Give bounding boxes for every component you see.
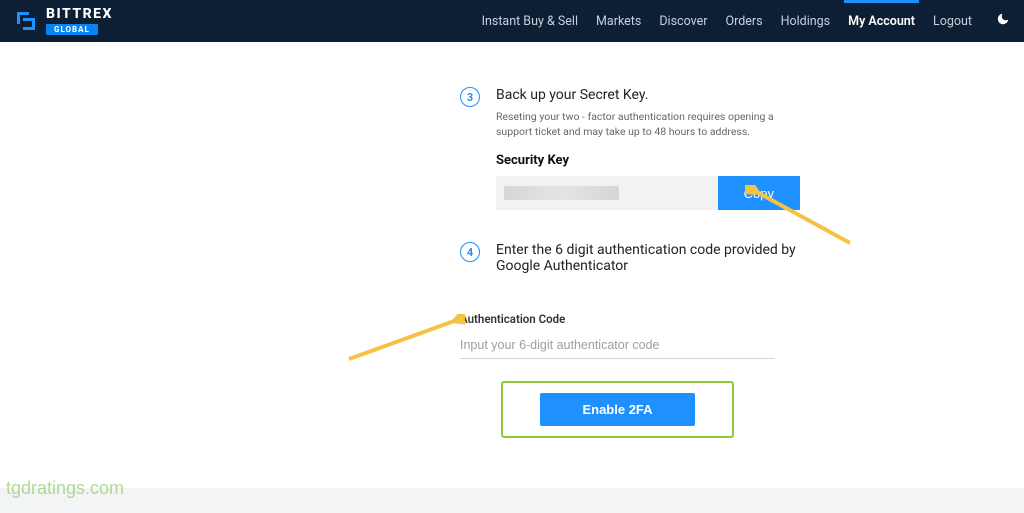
brand-tag: GLOBAL	[46, 24, 98, 35]
moon-icon	[996, 12, 1010, 26]
nav-logout[interactable]: Logout	[933, 2, 972, 41]
arrow-annotation-input	[345, 314, 465, 364]
step-3-title: Back up your Secret Key.	[496, 87, 800, 103]
content: 3 Back up your Secret Key. Reseting your…	[205, 42, 1024, 513]
copy-button[interactable]: Copy	[718, 176, 800, 210]
watermark: tgdratings.com	[6, 478, 124, 499]
nav-my-account[interactable]: My Account	[848, 2, 915, 41]
brand-name: BITTREX	[46, 7, 113, 21]
step-3-badge: 3	[460, 87, 480, 107]
nav-orders[interactable]: Orders	[725, 2, 762, 41]
enable-2fa-button[interactable]: Enable 2FA	[540, 393, 694, 426]
step-4-section: 4 Enter the 6 digit authentication code …	[460, 242, 800, 280]
enable-2fa-highlight: Enable 2FA	[501, 381, 733, 438]
security-key-field	[496, 176, 718, 210]
footer-band	[0, 488, 1024, 513]
logo-icon	[14, 9, 38, 33]
step-4-title: Enter the 6 digit authentication code pr…	[496, 242, 800, 274]
nav-instant-buy-sell[interactable]: Instant Buy & Sell	[482, 2, 578, 41]
auth-code-section: Authentication Code Enable 2FA	[460, 312, 775, 438]
nav-holdings[interactable]: Holdings	[781, 2, 831, 41]
left-gutter	[0, 42, 205, 513]
auth-code-label: Authentication Code	[460, 312, 775, 326]
top-navbar: BITTREX GLOBAL Instant Buy & Sell Market…	[0, 0, 1024, 42]
step-4-badge: 4	[460, 242, 480, 262]
dark-mode-toggle[interactable]	[996, 12, 1010, 30]
security-key-row: Copy	[496, 176, 800, 210]
nav-markets[interactable]: Markets	[596, 2, 641, 41]
brand-logo[interactable]: BITTREX GLOBAL	[14, 7, 113, 35]
main-nav: Instant Buy & Sell Markets Discover Orde…	[482, 2, 1010, 41]
step-3-section: 3 Back up your Secret Key. Reseting your…	[460, 87, 800, 210]
nav-discover[interactable]: Discover	[659, 2, 707, 41]
security-key-label: Security Key	[496, 153, 800, 168]
security-key-masked	[504, 186, 619, 200]
step-3-note: Reseting your two - factor authenticatio…	[496, 109, 800, 139]
auth-code-input[interactable]	[460, 332, 775, 359]
